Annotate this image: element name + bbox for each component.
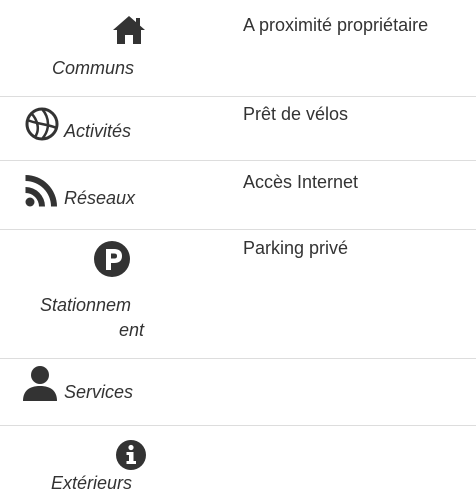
amenity-label-cell: Services (0, 359, 164, 425)
amenity-category-label: Stationnem (40, 295, 132, 315)
amenity-row-communs: Communs A proximité propriétaire (0, 0, 476, 97)
amenity-row-reseaux: Réseaux Accès Internet (0, 161, 476, 230)
amenity-value: A proximité propriétaire (243, 15, 429, 35)
parking-icon (94, 241, 130, 277)
amenity-row-exterieurs: Extérieurs (0, 426, 476, 496)
amenity-row-services: Services (0, 359, 476, 426)
amenity-category-label: Réseaux (64, 188, 136, 208)
info-icon (116, 440, 146, 470)
amenity-value: Accès Internet (243, 172, 359, 192)
home-icon (113, 16, 145, 44)
user-icon (23, 366, 57, 401)
amenity-label-cell: Activités (0, 97, 164, 160)
amenity-category-label-continued: ent (119, 320, 145, 340)
amenity-label-cell: Extérieurs (0, 426, 164, 496)
amenity-label-cell: Stationnem ent (0, 230, 164, 358)
rss-icon (25, 175, 57, 207)
amenity-category-label: Activités (64, 121, 132, 141)
basketball-icon (25, 107, 59, 141)
amenity-row-stationnement: Stationnem ent Parking privé (0, 230, 476, 359)
amenity-category-label: Communs (52, 58, 135, 78)
amenity-row-activites: Activités Prêt de vélos (0, 97, 476, 161)
amenity-category-label: Extérieurs (51, 473, 133, 493)
amenity-label-cell: Réseaux (0, 161, 164, 229)
amenity-category-label: Services (64, 382, 134, 402)
amenity-value: Parking privé (243, 238, 349, 258)
amenity-value: Prêt de vélos (243, 104, 349, 124)
amenity-label-cell: Communs (0, 0, 164, 96)
amenities-table: Communs A proximité propriétaire Activit… (0, 0, 476, 496)
